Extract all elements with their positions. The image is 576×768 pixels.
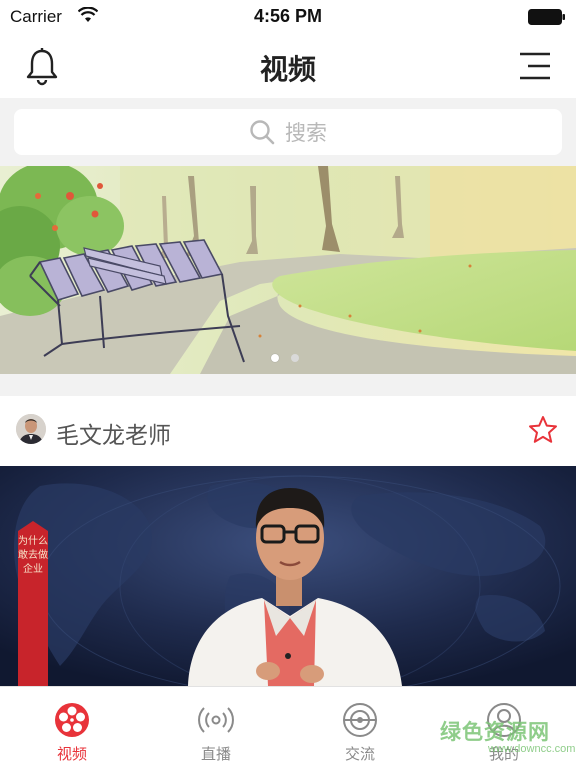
tab-label: 直播 <box>200 745 231 763</box>
search-area: 搜索 <box>0 98 576 166</box>
video-side-banner: 为什么敢去做企业 <box>18 521 48 686</box>
search-placeholder: 搜索 <box>285 121 327 145</box>
tab-label: 视频 <box>56 745 87 763</box>
broadcast-icon <box>198 707 234 733</box>
watermark-text: 绿色资源网 <box>440 720 550 744</box>
section-divider <box>0 374 576 396</box>
menu-icon[interactable] <box>518 50 552 82</box>
tab-video[interactable]: 视频 <box>0 687 144 768</box>
nav-bar: 视频 <box>0 34 576 98</box>
watermark-url: www.downcc.com <box>488 743 576 755</box>
avatar[interactable] <box>16 414 46 444</box>
banner-image <box>0 166 576 374</box>
battery-icon <box>528 9 565 25</box>
tab-label: 交流 <box>344 745 375 763</box>
carousel-dot[interactable] <box>291 354 299 362</box>
banner-carousel[interactable] <box>0 166 576 374</box>
star-icon[interactable] <box>528 415 558 445</box>
site-watermark: 绿色资源网 www.downcc.com <box>440 716 575 766</box>
status-time: 4:56 PM <box>253 6 323 26</box>
tab-chat[interactable]: 交流 <box>288 687 432 768</box>
video-banner-text: 为什么敢去做企业 <box>18 536 48 575</box>
author-name[interactable]: 毛文龙老师 <box>56 416 171 450</box>
carousel-dot-active[interactable] <box>271 354 279 362</box>
search-icon <box>250 120 275 145</box>
video-player[interactable]: 为什么敢去做企业 <box>0 466 576 686</box>
tab-live[interactable]: 直播 <box>144 687 288 768</box>
page-title: 视频 <box>259 53 316 86</box>
status-bar: Carrier 4:56 PM <box>0 0 576 34</box>
post-header[interactable]: 毛文龙老师 <box>0 396 576 466</box>
orbit-icon <box>343 703 377 737</box>
search-input[interactable]: 搜索 <box>14 109 562 155</box>
video-thumbnail <box>0 466 576 686</box>
film-reel-icon <box>55 703 89 737</box>
